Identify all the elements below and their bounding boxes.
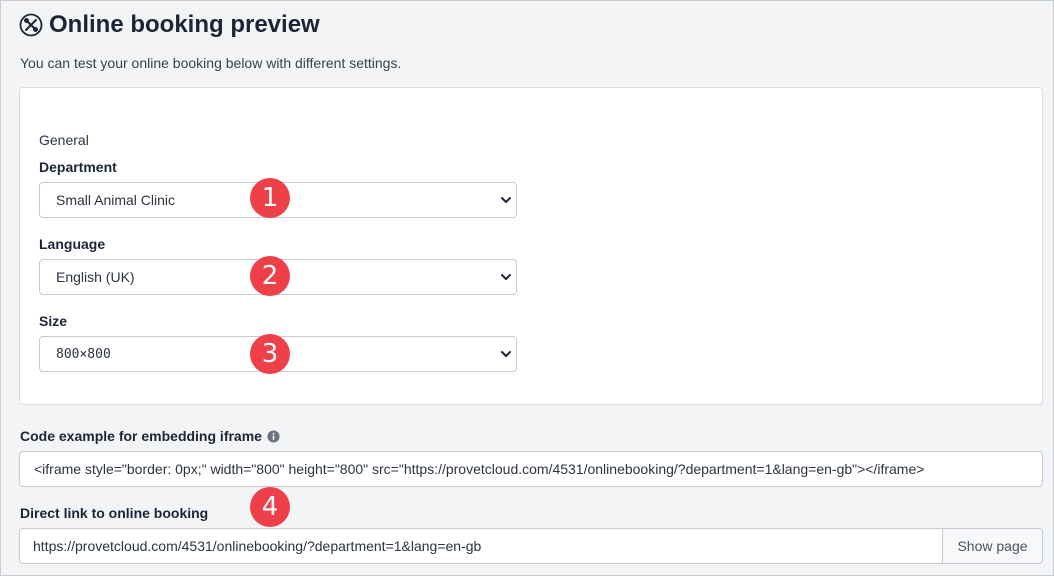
department-value: Small Animal Clinic bbox=[56, 192, 176, 208]
show-page-button[interactable]: Show page bbox=[942, 529, 1042, 563]
info-icon[interactable] bbox=[267, 429, 280, 443]
language-value: English (UK) bbox=[56, 269, 135, 285]
annotation-marker-2: 2 bbox=[250, 256, 290, 296]
language-label: Language bbox=[39, 236, 106, 252]
annotation-marker-4: 4 bbox=[250, 487, 290, 527]
page-subtitle: You can test your online booking below w… bbox=[20, 55, 402, 71]
page-title: Online booking preview bbox=[49, 11, 320, 38]
tools-icon bbox=[19, 13, 43, 37]
embed-code-field[interactable]: <iframe style="border: 0px;" width="800"… bbox=[19, 451, 1043, 487]
embed-code-label-row: Code example for embedding iframe bbox=[20, 428, 280, 444]
department-label: Department bbox=[39, 159, 117, 175]
embed-code-text: <iframe style="border: 0px;" width="800"… bbox=[34, 461, 925, 477]
direct-link-label: Direct link to online booking bbox=[20, 505, 209, 521]
size-value: 800×800 bbox=[56, 346, 111, 362]
embed-code-label: Code example for embedding iframe bbox=[20, 428, 262, 444]
chevron-down-icon bbox=[501, 274, 511, 280]
direct-link-input[interactable] bbox=[20, 529, 942, 563]
annotation-marker-3: 3 bbox=[250, 334, 290, 374]
chevron-down-icon bbox=[501, 351, 511, 357]
chevron-down-icon bbox=[501, 197, 511, 203]
settings-card: General Department Small Animal Clinic L… bbox=[19, 87, 1043, 405]
general-section-label: General bbox=[39, 132, 89, 148]
direct-link-group: Show page bbox=[19, 528, 1043, 564]
size-label: Size bbox=[39, 313, 68, 329]
page-header: Online booking preview bbox=[19, 11, 320, 39]
annotation-marker-1: 1 bbox=[250, 178, 290, 218]
